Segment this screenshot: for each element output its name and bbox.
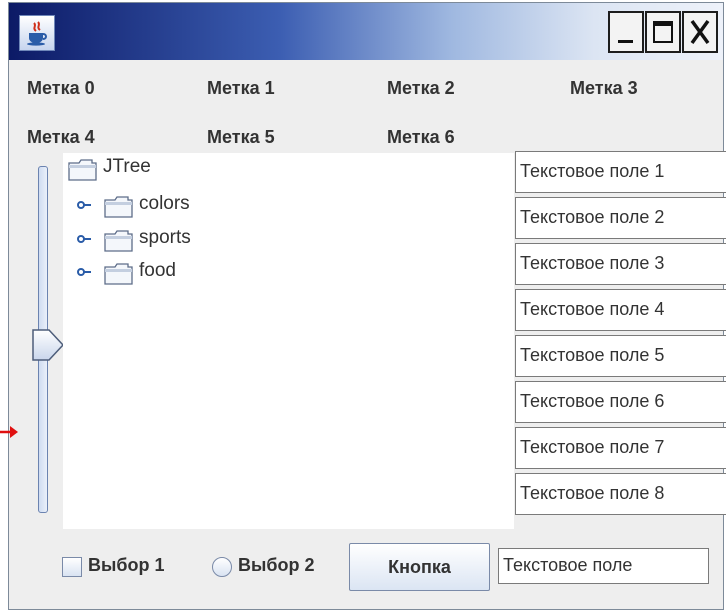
folder-icon — [104, 196, 133, 218]
jtree[interactable]: JTree colors sports food — [63, 153, 514, 529]
label-4: Метка 4 — [27, 127, 95, 147]
folder-open-icon — [68, 159, 97, 181]
java-app-icon[interactable] — [19, 15, 55, 51]
maximize-button[interactable] — [645, 11, 681, 53]
tree-node-sports[interactable]: sports — [63, 224, 263, 254]
text-field-5[interactable]: Текстовое поле 5 — [515, 335, 726, 377]
checkbox-label[interactable]: Выбор 1 — [88, 555, 165, 576]
text-field-7[interactable]: Текстовое поле 7 — [515, 427, 726, 469]
close-button[interactable] — [682, 11, 718, 53]
text-field-4[interactable]: Текстовое поле 4 — [515, 289, 726, 331]
text-field-8[interactable]: Текстовое поле 8 — [515, 473, 726, 515]
tree-expand-icon[interactable] — [77, 233, 91, 245]
text-field-1[interactable]: Текстовое поле 1 — [515, 151, 726, 193]
slider-thumb[interactable] — [31, 328, 67, 362]
title-bar[interactable] — [9, 3, 723, 60]
folder-icon — [104, 263, 133, 285]
label-3: Метка 3 — [570, 78, 638, 98]
label-2: Метка 2 — [387, 78, 455, 98]
label-5: Метка 5 — [207, 127, 275, 147]
radio-choice-2[interactable] — [212, 557, 232, 577]
label-6: Метка 6 — [387, 127, 455, 147]
tree-node-label: food — [139, 260, 176, 281]
text-field-2[interactable]: Текстовое поле 2 — [515, 197, 726, 239]
checkbox-choice-1[interactable] — [62, 557, 82, 577]
app-window: Метка 0 Метка 1 Метка 2 Метка 3 Метка 4 … — [8, 2, 726, 610]
tree-node-label: sports — [139, 227, 191, 248]
tree-expand-icon[interactable] — [77, 266, 91, 278]
tree-expand-icon[interactable] — [77, 199, 91, 211]
annotation-arrow-icon — [0, 426, 18, 438]
tree-node-root[interactable]: JTree — [63, 153, 263, 183]
text-field-6[interactable]: Текстовое поле 6 — [515, 381, 726, 423]
label-0: Метка 0 — [27, 78, 95, 98]
radio-label[interactable]: Выбор 2 — [238, 555, 315, 576]
folder-icon — [104, 230, 133, 252]
tree-node-label: colors — [139, 193, 190, 214]
main-button[interactable]: Кнопка — [349, 543, 490, 591]
label-1: Метка 1 — [207, 78, 275, 98]
tree-node-food[interactable]: food — [63, 257, 263, 287]
bottom-text-field[interactable]: Текстовое поле — [498, 548, 709, 584]
tree-node-colors[interactable]: colors — [63, 190, 263, 220]
tree-node-label: JTree — [103, 156, 151, 177]
minimize-button[interactable] — [608, 11, 644, 53]
text-field-3[interactable]: Текстовое поле 3 — [515, 243, 726, 285]
